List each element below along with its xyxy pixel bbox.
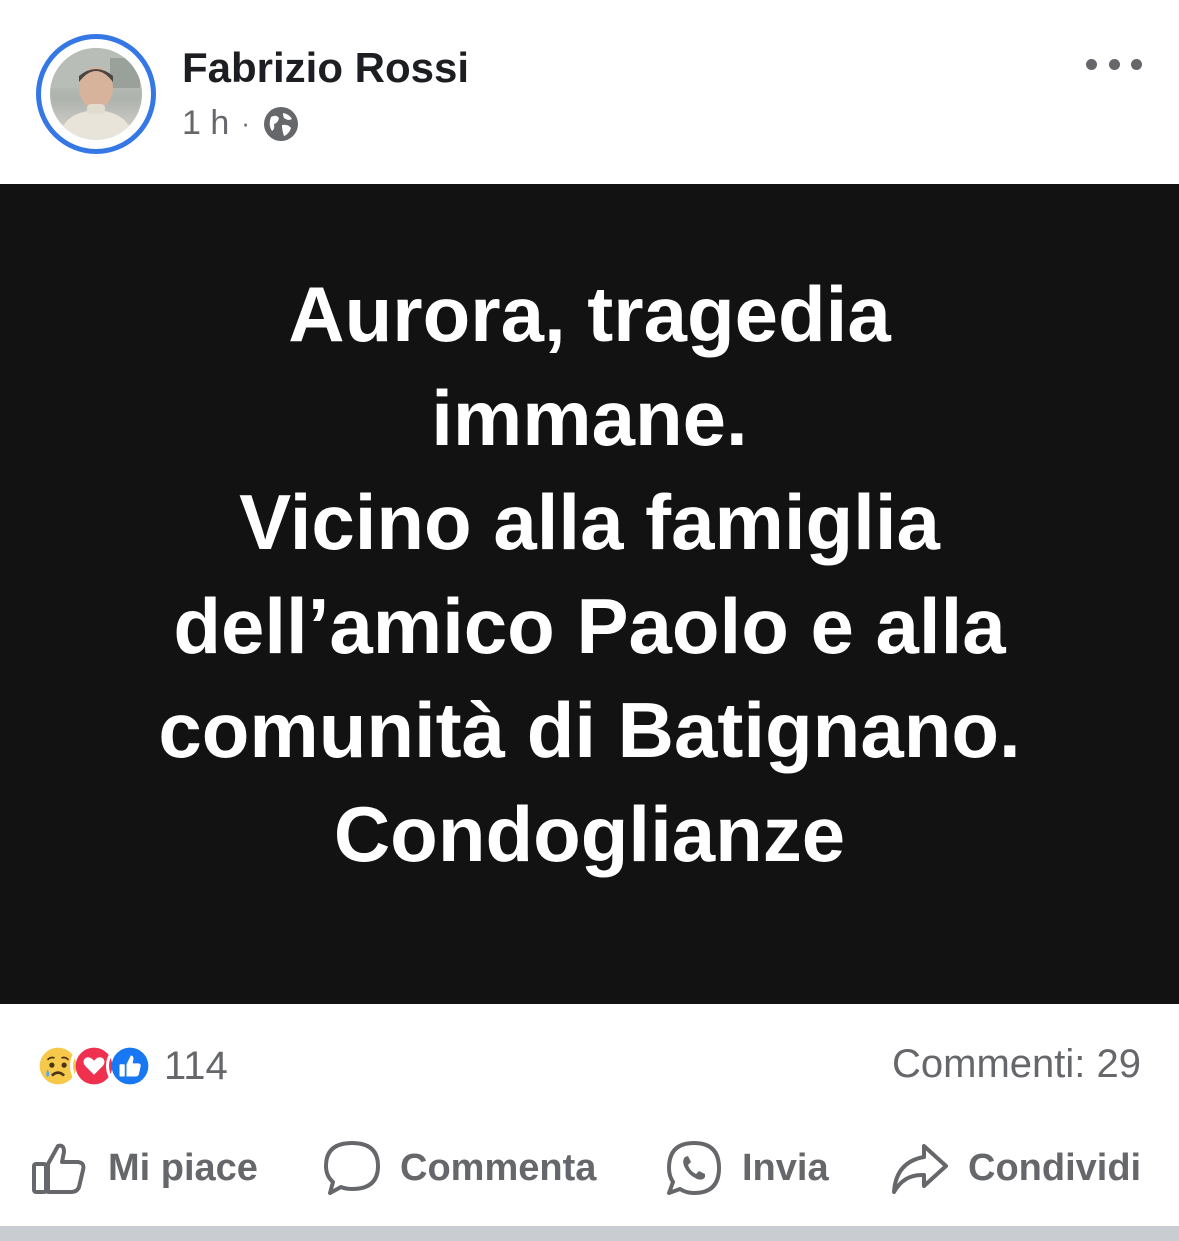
post-actions: Mi piace Commenta Invia Condividi [0, 1116, 1179, 1226]
meta-separator: · [241, 108, 250, 138]
post-meta: 1 h · [182, 104, 300, 143]
post-header: Fabrizio Rossi 1 h · [0, 0, 1179, 184]
post-image[interactable]: Aurora, tragedia immane. Vicino alla fam… [0, 184, 1179, 1004]
send-label: Invia [742, 1146, 829, 1189]
share-button[interactable]: Condividi [890, 1136, 1141, 1200]
share-arrow-icon [892, 1144, 948, 1194]
comment-bubble-icon [324, 1141, 380, 1195]
post-time[interactable]: 1 h [182, 104, 229, 143]
comments-count[interactable]: Commenti: 29 [892, 1042, 1141, 1087]
more-horizontal-icon[interactable] [1086, 50, 1142, 78]
like-button[interactable]: Mi piace [30, 1136, 258, 1200]
like-reaction-icon [106, 1042, 154, 1090]
send-button[interactable]: Invia [664, 1136, 829, 1200]
whatsapp-icon [667, 1141, 721, 1195]
globe-icon[interactable] [262, 105, 300, 143]
more-dot [1108, 58, 1120, 70]
author-name[interactable]: Fabrizio Rossi [182, 44, 469, 92]
thumbs-up-icon [32, 1143, 86, 1194]
post-image-text: Aurora, tragedia immane. Vicino alla fam… [158, 270, 1021, 878]
reaction-count: 114 [164, 1043, 228, 1088]
avatar-photo [50, 48, 142, 140]
comment-button[interactable]: Commenta [322, 1136, 596, 1200]
share-label: Condividi [968, 1146, 1142, 1189]
feed-separator [0, 1226, 1179, 1241]
like-label: Mi piace [108, 1146, 258, 1189]
post-stats: 114 Commenti: 29 [0, 1004, 1179, 1116]
more-dot [1131, 58, 1142, 70]
reactions-summary[interactable]: 114 [34, 1042, 228, 1090]
more-dot [1086, 58, 1097, 70]
author-avatar[interactable] [36, 34, 156, 154]
comment-label: Commenta [400, 1146, 597, 1189]
